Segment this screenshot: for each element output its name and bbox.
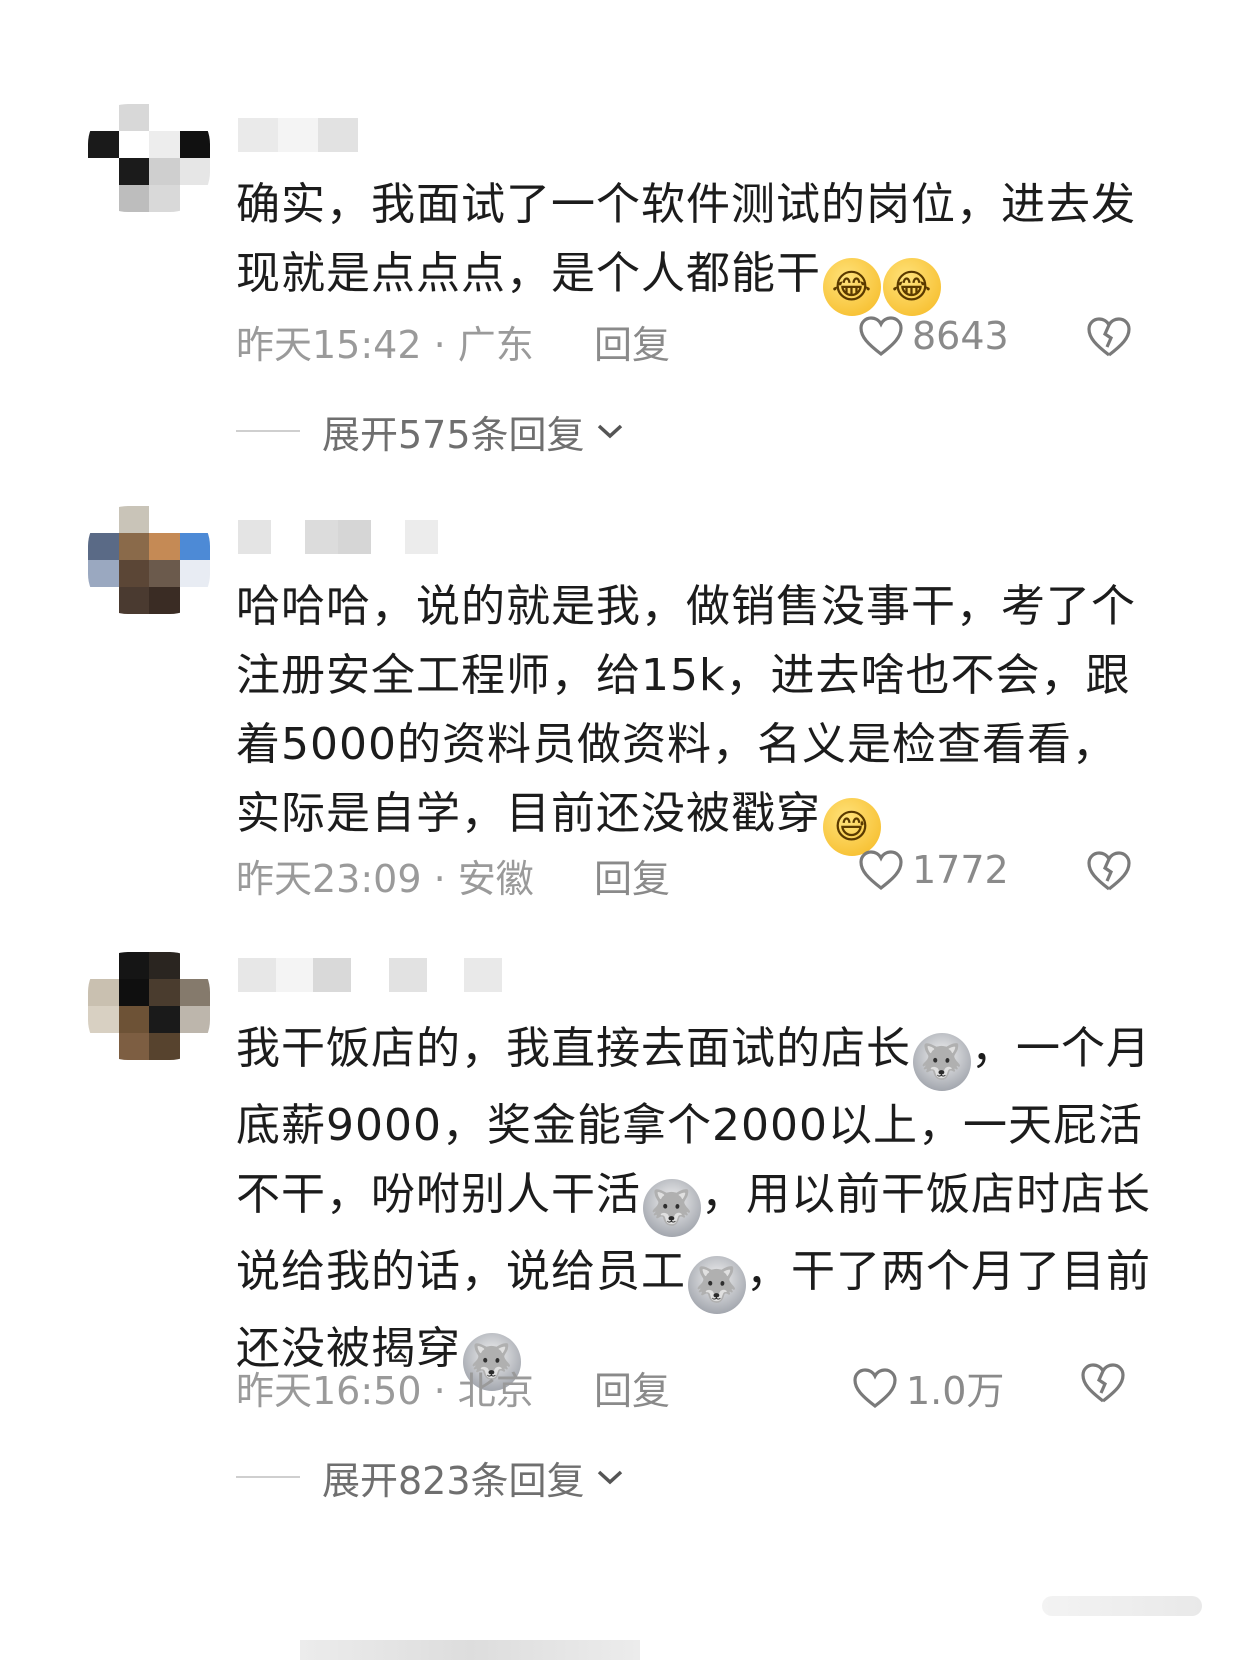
laughing-emoji-icon: 😂	[823, 258, 881, 316]
like-count: 1.0万	[906, 1369, 1005, 1413]
username[interactable]	[238, 520, 438, 554]
reply-button[interactable]: 回复	[594, 1360, 670, 1415]
broken-heart-icon	[1081, 1363, 1125, 1403]
comment-meta: 昨天15:42 · 广东 回复 8643	[236, 314, 1242, 370]
dog-emoji-icon: 🐺	[643, 1179, 701, 1237]
broken-heart-icon	[1087, 317, 1131, 357]
expand-replies-button[interactable]: 展开823条回复	[236, 1452, 625, 1503]
comment-time-location: 昨天23:09 · 安徽	[236, 857, 534, 901]
avatar[interactable]	[88, 952, 210, 1060]
like-button[interactable]: 1.0万	[852, 1360, 1004, 1415]
like-count: 8643	[912, 314, 1009, 358]
comment-meta: 昨天23:09 · 安徽 回复 1772	[236, 848, 1242, 904]
divider-line	[236, 430, 300, 432]
username[interactable]	[238, 118, 358, 152]
chevron-down-icon	[597, 424, 622, 439]
dislike-button[interactable]	[1086, 316, 1132, 367]
reply-button[interactable]: 回复	[594, 314, 670, 369]
dislike-button[interactable]	[1086, 850, 1132, 901]
comment-text: 确实，我面试了一个软件测试的岗位，进去发现就是点点点，是个人都能干 😂 😂	[236, 170, 1156, 316]
like-button[interactable]: 1772	[858, 848, 1009, 892]
comment-time-location: 昨天16:50 · 北京	[236, 1369, 534, 1413]
comment-text: 我干饭店的，我直接去面试的店长 🐺 ，一个月底薪9000，奖金能拿个2000以上，一…	[236, 1014, 1156, 1391]
chevron-down-icon	[597, 1470, 622, 1485]
expand-replies-button[interactable]: 展开575条回复	[236, 406, 625, 457]
divider-line	[236, 1476, 300, 1478]
like-count: 1772	[912, 848, 1009, 892]
username[interactable]	[238, 958, 503, 992]
comment-text-segment: 我干饭店的，我直接去面试的店长	[236, 1023, 911, 1074]
comment-text-body: 哈哈哈，说的就是我，做销售没事干，考了个注册安全工程师，给15k，进去啥也不会，…	[236, 581, 1136, 839]
comment-meta: 昨天16:50 · 北京 回复 1.0万	[236, 1360, 1242, 1416]
reply-button[interactable]: 回复	[594, 848, 670, 903]
expand-replies-label: 展开823条回复	[322, 1458, 585, 1503]
dog-emoji-icon: 🐺	[913, 1033, 971, 1091]
dog-emoji-icon: 🐺	[688, 1256, 746, 1314]
like-button[interactable]: 8643	[858, 314, 1009, 358]
comment-text-body: 确实，我面试了一个软件测试的岗位，进去发现就是点点点，是个人都能干	[236, 179, 1136, 299]
comment-time-location: 昨天15:42 · 广东	[236, 323, 534, 367]
next-comment-blur	[300, 1640, 640, 1660]
watermark	[1042, 1596, 1202, 1616]
laughing-emoji-icon: 😂	[883, 258, 941, 316]
broken-heart-icon	[1087, 851, 1131, 891]
heart-outline-icon	[859, 850, 903, 891]
expand-replies-label: 展开575条回复	[322, 412, 585, 457]
heart-outline-icon	[859, 316, 903, 357]
heart-outline-icon	[853, 1367, 897, 1408]
avatar[interactable]	[88, 104, 210, 212]
avatar[interactable]	[88, 506, 210, 614]
dislike-button[interactable]	[1080, 1362, 1126, 1413]
comment-text: 哈哈哈，说的就是我，做销售没事干，考了个注册安全工程师，给15k，进去啥也不会，…	[236, 572, 1156, 856]
